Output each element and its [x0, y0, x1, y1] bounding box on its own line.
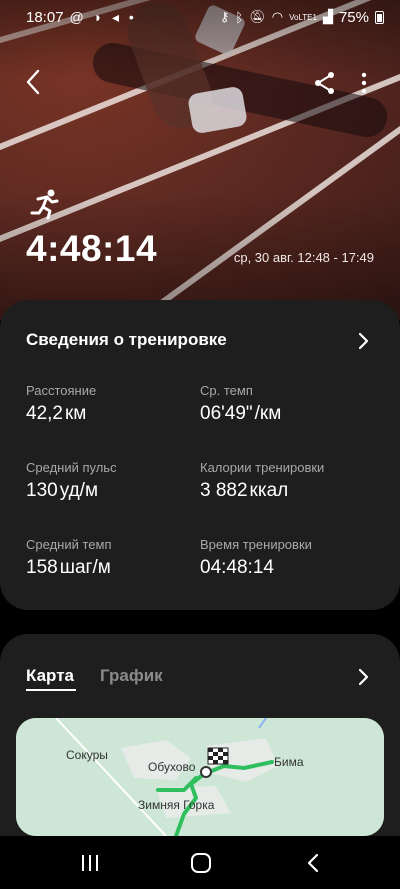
stat-unit: /км: [254, 403, 282, 424]
workout-date-range: ср, 30 авг. 12:48 - 17:49: [233, 250, 374, 265]
stat-unit: км: [64, 403, 87, 424]
stat-number: 3 882: [200, 480, 248, 501]
more-options-button[interactable]: [354, 70, 374, 96]
stat-unit: шаг/м: [59, 557, 111, 578]
map-place-label: Обухово: [148, 760, 196, 774]
stat-label-workout-time: Время тренировки: [200, 537, 312, 552]
status-bar: 18:07 @ ◗ ◂ • ⚷ ᛒ 🔕︎ ◠ VoLTE1 ▟ 75%: [0, 0, 400, 34]
battery-icon: [375, 10, 384, 24]
workout-details-title: Сведения о тренировке: [26, 330, 227, 349]
chevron-left-icon: [307, 853, 319, 873]
stat-label-avg-heart-rate: Средний пульс: [26, 460, 117, 475]
chevron-right-icon[interactable]: [356, 668, 370, 686]
stat-value-calories: 3 882 ккал: [200, 480, 288, 502]
stat-number: 06'49": [200, 403, 253, 424]
workout-duration: 4:48:14: [26, 228, 158, 269]
stat-unit: ккал: [249, 480, 289, 501]
bluetooth-icon: ᛒ: [235, 9, 244, 25]
stat-label-distance: Расстояние: [26, 383, 97, 398]
stat-label-avg-pace: Ср. темп: [200, 383, 253, 398]
stat-unit: уд/м: [59, 480, 98, 501]
stat-label-calories: Калории тренировки: [200, 460, 325, 475]
status-time: 18:07: [26, 8, 64, 26]
stat-value-cadence: 158 шаг/м: [26, 557, 111, 579]
tab-indicator: [26, 689, 76, 691]
mute-icon: 🔕︎: [249, 9, 266, 24]
route-map[interactable]: Сокуры Обухово Бима Зимняя Горка: [16, 718, 384, 836]
system-back-button[interactable]: [306, 852, 320, 874]
stat-number: 158: [26, 557, 58, 578]
signal-label: VoLTE1: [289, 12, 317, 22]
running-icon: [28, 188, 62, 220]
chevron-right-icon[interactable]: [356, 332, 370, 350]
hero-image: [0, 0, 400, 320]
recents-button[interactable]: [80, 853, 100, 873]
home-icon: [191, 853, 211, 873]
notification-icons: @ ◗ ◂ •: [69, 8, 137, 25]
arrow-left-icon: [26, 69, 40, 95]
home-button[interactable]: [190, 852, 212, 874]
map-place-label: Сокуры: [66, 748, 108, 762]
stat-number: 130: [26, 480, 58, 501]
stat-number: 42,2: [26, 403, 63, 424]
map-place-label: Бима: [274, 755, 304, 769]
tab-map[interactable]: Карта: [26, 666, 74, 686]
tab-graph[interactable]: График: [100, 666, 163, 686]
signal-icon: ▟: [322, 9, 333, 24]
system-navigation-bar: [0, 836, 400, 889]
stat-value-avg-pace: 06'49"/км: [200, 403, 281, 425]
workout-details-card[interactable]: Сведения о тренировке Расстояние 42,2 км …: [0, 300, 400, 610]
more-vertical-icon: [361, 72, 367, 94]
stat-label-cadence: Средний темп: [26, 537, 112, 552]
key-icon: ⚷: [219, 9, 230, 24]
battery-percent: 75%: [338, 8, 369, 26]
stat-value-workout-time: 04:48:14: [200, 557, 276, 579]
wifi-icon: ◠: [271, 9, 284, 24]
stat-value-distance: 42,2 км: [26, 403, 86, 425]
share-button[interactable]: [312, 70, 338, 96]
stat-value-avg-heart-rate: 130 уд/м: [26, 480, 98, 502]
share-icon: [315, 72, 334, 94]
map-place-label: Зимняя Горка: [138, 798, 215, 812]
recents-icon: [82, 855, 98, 871]
back-button[interactable]: [22, 66, 50, 98]
stat-number: 04:48:14: [200, 557, 274, 578]
